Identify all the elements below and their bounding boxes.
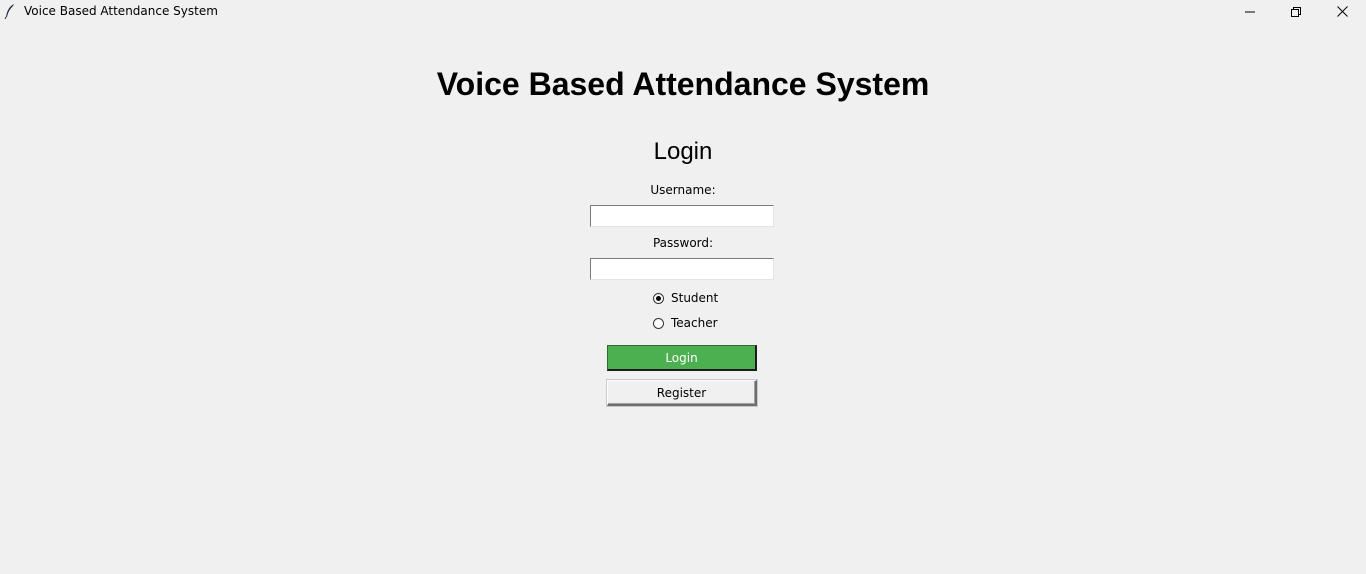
radio-selected-icon[interactable] — [653, 292, 664, 304]
window-title: Voice Based Attendance System — [24, 4, 218, 18]
close-button[interactable] — [1319, 0, 1365, 23]
role-label-student: Student — [671, 291, 719, 305]
minimize-button[interactable] — [1227, 0, 1273, 23]
login-title: Login — [653, 138, 713, 165]
feather-icon — [4, 4, 14, 19]
role-radio-teacher[interactable]: Teacher — [653, 314, 718, 332]
radio-unselected-icon[interactable] — [653, 317, 664, 329]
username-field[interactable] — [590, 205, 774, 227]
restore-icon — [1291, 6, 1301, 17]
password-label: Password: — [652, 236, 714, 250]
title-bar: Voice Based Attendance System — [0, 0, 1366, 23]
role-label-teacher: Teacher — [671, 316, 718, 330]
login-button[interactable]: Login — [607, 345, 757, 371]
username-label: Username: — [650, 183, 716, 197]
password-field[interactable] — [590, 258, 774, 280]
register-button[interactable]: Register — [607, 380, 757, 406]
restore-button[interactable] — [1273, 0, 1319, 23]
app-window: Voice Based Attendance System Voice Base… — [0, 0, 1366, 574]
close-icon — [1336, 6, 1348, 17]
role-radio-student[interactable]: Student — [653, 289, 718, 307]
minimize-icon — [1245, 11, 1255, 12]
app-heading: Voice Based Attendance System — [436, 66, 930, 102]
